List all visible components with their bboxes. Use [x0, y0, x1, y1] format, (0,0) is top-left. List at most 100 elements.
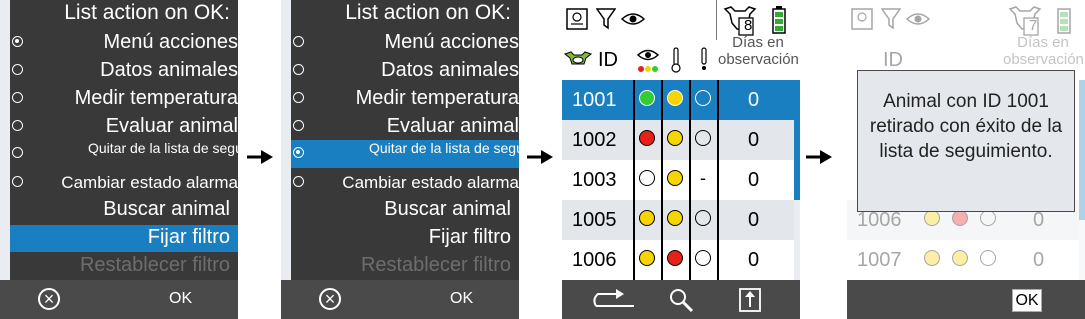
- back-icon[interactable]: [590, 286, 636, 314]
- column-divider: [661, 80, 663, 280]
- menu-option-temperature[interactable]: Medir temperatura: [10, 85, 238, 113]
- red-status-icon: [639, 130, 655, 146]
- menu-option-temperature[interactable]: Medir temperatura: [291, 85, 519, 113]
- menu-title: List action on OK:: [345, 1, 511, 24]
- radio-icon: [12, 92, 23, 103]
- yellow-status-icon: [924, 210, 940, 226]
- thermometer-icon: [671, 47, 681, 73]
- cancel-icon[interactable]: ×: [319, 288, 341, 310]
- radio-icon: [293, 64, 304, 75]
- radio-selected-icon: [12, 36, 23, 47]
- scrollbar-thumb: [1079, 80, 1085, 220]
- cow-count-icon: [1008, 6, 1042, 36]
- cow-count-badge: 7: [1029, 17, 1038, 34]
- menu-option-evaluate[interactable]: Evaluar animal: [291, 113, 519, 141]
- list-view-icon[interactable]: [566, 8, 588, 30]
- radio-icon: [12, 176, 23, 187]
- menu-option-alarm-state[interactable]: Cambiar estado alarma: [291, 169, 519, 197]
- table-row[interactable]: 1001 0: [562, 80, 794, 120]
- export-icon[interactable]: [738, 287, 762, 313]
- dialog-message: Animal con ID 1001 retirado con éxito de…: [869, 91, 1063, 162]
- softkey-bar: [847, 280, 1085, 319]
- cow-count-badge: 8: [744, 17, 753, 34]
- empty-status-icon: [695, 210, 711, 226]
- arrow-right-icon: [527, 150, 553, 164]
- radio-selected-icon: [293, 147, 304, 158]
- radio-icon: [12, 120, 23, 131]
- eye-status-icon: [636, 49, 660, 72]
- yellow-status-icon: [952, 250, 968, 266]
- menu-option-actions[interactable]: Menú acciones: [10, 29, 238, 57]
- empty-status-icon: [980, 210, 996, 226]
- yellow-status-icon: [639, 250, 655, 266]
- yellow-status-icon: [667, 130, 683, 146]
- column-divider: [717, 80, 719, 280]
- divider: [716, 0, 717, 40]
- table-row: 1007 0: [857, 249, 1045, 271]
- empty-status-icon: [695, 130, 711, 146]
- yellow-status-icon: [667, 170, 683, 186]
- filter-icon: [881, 8, 901, 30]
- menu-option-evaluate[interactable]: Evaluar animal: [10, 113, 238, 141]
- cancel-icon[interactable]: ×: [38, 288, 60, 310]
- softkey-bar: × OK: [0, 280, 238, 319]
- radio-icon: [293, 36, 304, 47]
- red-status-icon: [952, 210, 968, 226]
- search-icon[interactable]: [668, 287, 694, 313]
- battery-icon: [1057, 8, 1071, 34]
- empty-status-icon: [695, 90, 711, 106]
- list-view-icon: [851, 8, 873, 30]
- menu-option-animal-data[interactable]: Datos animales: [10, 57, 238, 85]
- radio-icon: [12, 147, 23, 158]
- scrollbar-thumb[interactable]: [794, 80, 800, 200]
- action-menu: List action on OK: Menú acciones Datos a…: [291, 0, 519, 280]
- radio-icon: [293, 176, 304, 187]
- menu-screen-2: List action on OK: Menú acciones Datos a…: [281, 0, 519, 319]
- ok-button[interactable]: OK: [1012, 289, 1042, 312]
- arrow-right-icon: [806, 150, 832, 164]
- scrollbar[interactable]: [794, 80, 800, 280]
- action-reset-filter[interactable]: Restablecer filtro: [10, 253, 238, 280]
- column-divider: [689, 80, 691, 280]
- menu-option-remove-watchlist[interactable]: Quitar de la lista de seguimiento: [10, 140, 238, 168]
- action-set-filter[interactable]: Fijar filtro: [10, 225, 238, 252]
- softkey-bar: [562, 280, 800, 319]
- ok-softkey[interactable]: OK: [169, 290, 192, 308]
- action-set-filter[interactable]: Fijar filtro: [291, 225, 519, 252]
- action-search-animal[interactable]: Buscar animal: [291, 197, 519, 224]
- confirmation-screen: 7 ID Días en observación 1006 0 1007 0 A…: [847, 0, 1085, 319]
- col-id: ID: [883, 49, 903, 71]
- action-search-animal[interactable]: Buscar animal: [10, 197, 238, 224]
- yellow-status-icon: [667, 210, 683, 226]
- empty-status-icon: [695, 250, 711, 266]
- yellow-status-icon: [667, 90, 683, 106]
- red-status-icon: [667, 250, 683, 266]
- table-row[interactable]: 1002 0: [562, 120, 794, 160]
- arrow-right-icon: [247, 150, 273, 164]
- table-row[interactable]: 1006 0: [562, 240, 794, 280]
- green-status-icon: [639, 90, 655, 106]
- action-reset-filter[interactable]: Restablecer filtro: [291, 253, 519, 280]
- column-divider: [633, 80, 635, 280]
- col-days: Días en observación: [1003, 34, 1084, 68]
- table-row[interactable]: 1005 0: [562, 200, 794, 240]
- col-id[interactable]: ID: [598, 49, 618, 72]
- no-alarm-dash: -: [700, 168, 706, 188]
- menu-option-remove-watchlist[interactable]: Quitar de la lista de seguimiento: [291, 140, 519, 168]
- eye-icon: [620, 13, 646, 25]
- yellow-status-icon: [639, 210, 655, 226]
- menu-option-animal-data[interactable]: Datos animales: [291, 57, 519, 85]
- table-header: ID Días en observación: [562, 34, 800, 80]
- ok-softkey[interactable]: OK: [450, 290, 473, 308]
- menu-option-alarm-state[interactable]: Cambiar estado alarma: [10, 169, 238, 197]
- col-days[interactable]: Días en observación: [718, 34, 799, 68]
- action-menu: List action on OK: Menú acciones Datos a…: [10, 0, 238, 280]
- yellow-status-icon: [924, 250, 940, 266]
- softkey-bar: × OK: [281, 280, 519, 319]
- filter-icon[interactable]: [596, 8, 616, 30]
- menu-screen-1: List action on OK: Menú acciones Datos a…: [0, 0, 238, 319]
- table-row[interactable]: 1003 - 0: [562, 160, 794, 200]
- empty-status-icon: [980, 250, 996, 266]
- menu-option-actions[interactable]: Menú acciones: [291, 29, 519, 57]
- eye-icon: [905, 13, 931, 25]
